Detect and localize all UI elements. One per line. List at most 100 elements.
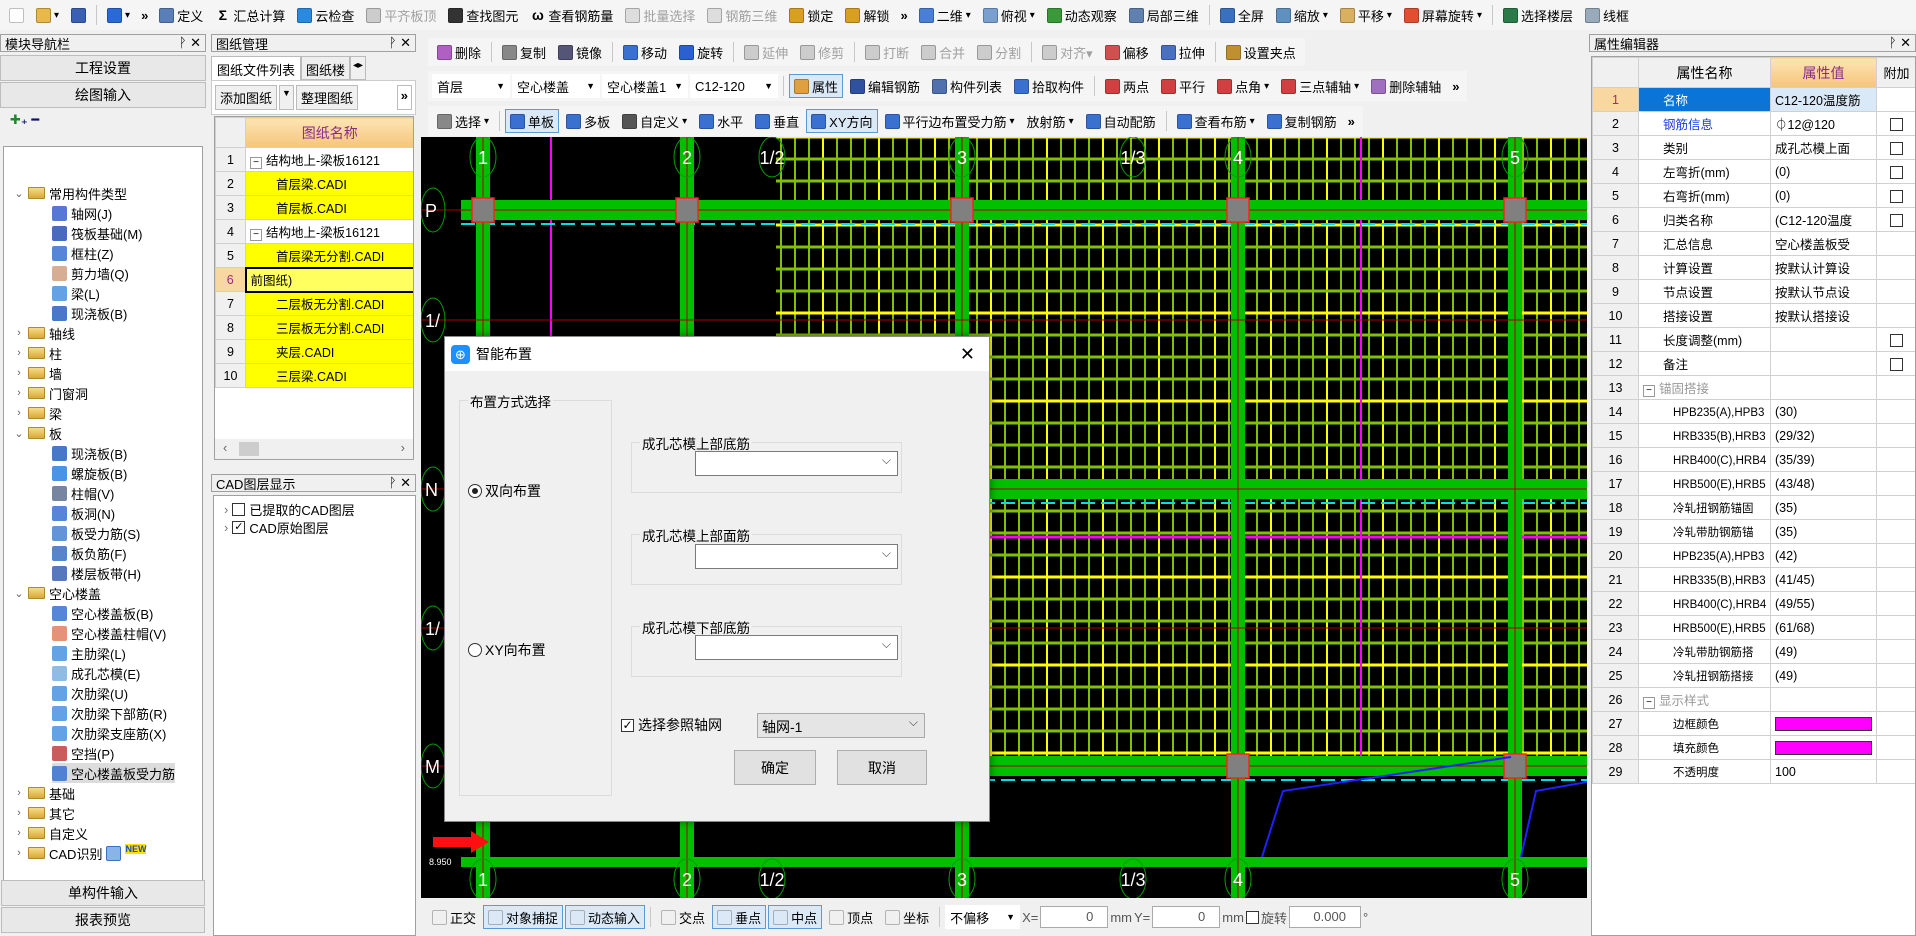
table-row[interactable]: 5 首层梁无分割.CADI bbox=[215, 243, 413, 268]
property-value[interactable]: (49) bbox=[1770, 663, 1877, 688]
property-row[interactable]: 13− 锚固搭接 bbox=[1592, 375, 1915, 400]
delete-button[interactable]: 删除 bbox=[432, 40, 486, 64]
chevron-right-icon[interactable]: › bbox=[224, 502, 228, 517]
property-name[interactable]: HRB335(B),HRB3 bbox=[1638, 423, 1771, 448]
properties-button[interactable]: 属性 bbox=[789, 74, 844, 98]
extra-cell[interactable] bbox=[1876, 207, 1915, 232]
property-name[interactable]: 填充颜色 bbox=[1638, 735, 1771, 760]
chevron-down-icon[interactable]: ▾ bbox=[966, 10, 971, 21]
column-header-property-value[interactable]: 属性值 bbox=[1770, 57, 1877, 88]
tree-item[interactable]: 梁(L) bbox=[52, 283, 100, 303]
offset-button[interactable]: 偏移 bbox=[1100, 40, 1154, 64]
add-drawing-dropdown[interactable]: ▼ bbox=[279, 85, 294, 110]
offset-mode-select[interactable]: 不偏移 ▼ bbox=[945, 905, 1021, 929]
property-name[interactable]: HPB235(A),HPB3 bbox=[1638, 399, 1771, 424]
property-value[interactable]: (49/55) bbox=[1770, 591, 1877, 616]
batch-select-button[interactable]: 批量选择 bbox=[620, 3, 700, 27]
property-row[interactable]: 2 钢筋信息 ⏀12@120 bbox=[1592, 111, 1915, 136]
property-row[interactable]: 20 HPB235(A),HPB3 (42) bbox=[1592, 543, 1915, 568]
chevron-right-icon[interactable]: › bbox=[14, 387, 24, 399]
extra-cell[interactable] bbox=[1876, 159, 1915, 184]
property-value[interactable]: (61/68) bbox=[1770, 615, 1877, 640]
table-row[interactable]: 9 夹层.CADI bbox=[215, 339, 413, 364]
chevron-down-icon[interactable]: ▾ bbox=[1250, 116, 1255, 127]
extra-cell[interactable] bbox=[1876, 135, 1915, 160]
pin-close-icons[interactable]: ᚹ ✕ bbox=[1889, 35, 1911, 51]
color-swatch[interactable] bbox=[1775, 740, 1872, 755]
edit-rebar-button[interactable]: 编辑钢筋 bbox=[845, 74, 925, 98]
property-name[interactable]: 类别 bbox=[1638, 135, 1771, 160]
tree-folder[interactable]: ⌄ 板 bbox=[14, 423, 62, 443]
tree-item[interactable]: 剪力墙(Q) bbox=[52, 263, 129, 283]
chevron-right-icon[interactable]: › bbox=[14, 827, 24, 839]
split-button[interactable]: 分割 bbox=[972, 40, 1026, 64]
chevron-down-icon[interactable]: ▾ bbox=[1069, 116, 1074, 127]
delete-axis-button[interactable]: 删除辅轴 bbox=[1366, 74, 1446, 98]
rotate-angle-input[interactable]: 0.000 bbox=[1288, 906, 1361, 928]
property-value[interactable]: 按默认计算设 bbox=[1770, 255, 1877, 280]
property-name[interactable]: HRB400(C),HRB4 bbox=[1638, 447, 1771, 472]
mirror-button[interactable]: 镜像 bbox=[553, 40, 607, 64]
property-name[interactable]: 右弯折(mm) bbox=[1638, 183, 1771, 208]
top-bottom-rebar-combo[interactable] bbox=[695, 451, 898, 476]
property-name[interactable]: HRB500(E),HRB5 bbox=[1638, 615, 1771, 640]
color-swatch[interactable] bbox=[1775, 716, 1872, 731]
drawing-name[interactable]: 首层板.CADI bbox=[245, 195, 413, 220]
tree-item[interactable]: 空心楼盖柱帽(V) bbox=[52, 623, 166, 643]
property-name[interactable]: 钢筋信息 bbox=[1638, 111, 1771, 136]
fullscreen-button[interactable]: 全屏 bbox=[1215, 3, 1269, 27]
pin-close-icons[interactable]: ᚹ ✕ bbox=[389, 35, 411, 51]
tab-scroll-arrows[interactable]: ◂▸ bbox=[350, 56, 367, 80]
extra-cell[interactable] bbox=[1876, 735, 1915, 760]
single-component-input-button[interactable]: 单构件输入 bbox=[1, 880, 205, 906]
property-name[interactable]: 搭接设置 bbox=[1638, 303, 1771, 328]
property-name[interactable]: 不透明度 bbox=[1638, 759, 1771, 784]
property-value[interactable]: (42) bbox=[1770, 543, 1877, 568]
sigma-button[interactable]: Σ 汇总计算 bbox=[210, 3, 290, 27]
vertical-button[interactable]: 垂直 bbox=[750, 109, 804, 133]
multi-slab-button[interactable]: 多板 bbox=[561, 109, 615, 133]
property-row[interactable]: 25 冷轧扭钢筋搭接 (49) bbox=[1592, 663, 1915, 688]
reference-axis-select[interactable]: 轴网-1 bbox=[757, 713, 925, 738]
extra-cell[interactable] bbox=[1876, 183, 1915, 208]
category-select[interactable]: 空心楼盖 ▼ bbox=[512, 74, 600, 98]
vertex-button[interactable]: 顶点 bbox=[824, 905, 878, 929]
local-3d-button[interactable]: 局部三维 bbox=[1124, 3, 1204, 27]
table-row[interactable]: 8 三层板无分割.CADI bbox=[215, 315, 413, 340]
drawing-input-button[interactable]: 绘图输入 bbox=[0, 82, 206, 108]
align-slab-button[interactable]: 平齐板顶 bbox=[361, 3, 441, 27]
checkbox-unchecked[interactable] bbox=[1890, 189, 1903, 203]
property-name[interactable]: 备注 bbox=[1638, 351, 1771, 376]
chevron-down-icon[interactable]: ▾ bbox=[1387, 10, 1392, 21]
top-view-button[interactable]: 俯视 ▾ bbox=[978, 3, 1040, 27]
property-value[interactable]: 成孔芯模上面 bbox=[1770, 135, 1877, 160]
property-name[interactable]: 边框颜色 bbox=[1638, 711, 1771, 736]
extra-cell[interactable] bbox=[1876, 399, 1915, 424]
report-preview-button[interactable]: 报表预览 bbox=[1, 907, 205, 933]
floor-select[interactable]: 首层 ▼ bbox=[432, 74, 510, 98]
property-name[interactable]: 归类名称 bbox=[1638, 207, 1771, 232]
property-value[interactable]: 按默认节点设 bbox=[1770, 279, 1877, 304]
collapse-icon[interactable]: − bbox=[250, 157, 262, 169]
single-slab-button[interactable]: 单板 bbox=[505, 109, 560, 133]
select-floor-button[interactable]: 选择楼层 bbox=[1498, 3, 1578, 27]
tree-folder[interactable]: › 门窗洞 bbox=[14, 383, 88, 403]
tree-item[interactable]: 空挡(P) bbox=[52, 743, 114, 763]
tree-folder[interactable]: › 基础 bbox=[14, 783, 75, 803]
property-row[interactable]: 14 HPB235(A),HPB3 (30) bbox=[1592, 399, 1915, 424]
tree-item[interactable]: 板负筋(F) bbox=[52, 543, 127, 563]
property-row[interactable]: 17 HRB500(E),HRB5 (43/48) bbox=[1592, 471, 1915, 496]
chevron-right-icon[interactable]: › bbox=[14, 847, 24, 859]
property-value[interactable]: 按默认搭接设 bbox=[1770, 303, 1877, 328]
property-name[interactable]: 节点设置 bbox=[1638, 279, 1771, 304]
y-coordinate-input[interactable]: 0 bbox=[1152, 906, 1221, 928]
orbit-button[interactable]: 动态观察 bbox=[1042, 3, 1122, 27]
property-row[interactable]: 11 长度调整(mm) bbox=[1592, 327, 1915, 352]
property-name[interactable]: 名称 bbox=[1638, 87, 1771, 112]
project-settings-button[interactable]: 工程设置 bbox=[0, 55, 206, 81]
copy-button[interactable]: 复制 bbox=[497, 40, 551, 64]
type-select[interactable]: 空心楼盖1 ▼ bbox=[602, 74, 688, 98]
orthogonal-button[interactable]: 正交 bbox=[427, 905, 481, 929]
tree-item[interactable]: 空心楼盖板(B) bbox=[52, 603, 153, 623]
property-row[interactable]: 1 名称 C12-120温度筋 bbox=[1592, 87, 1915, 112]
